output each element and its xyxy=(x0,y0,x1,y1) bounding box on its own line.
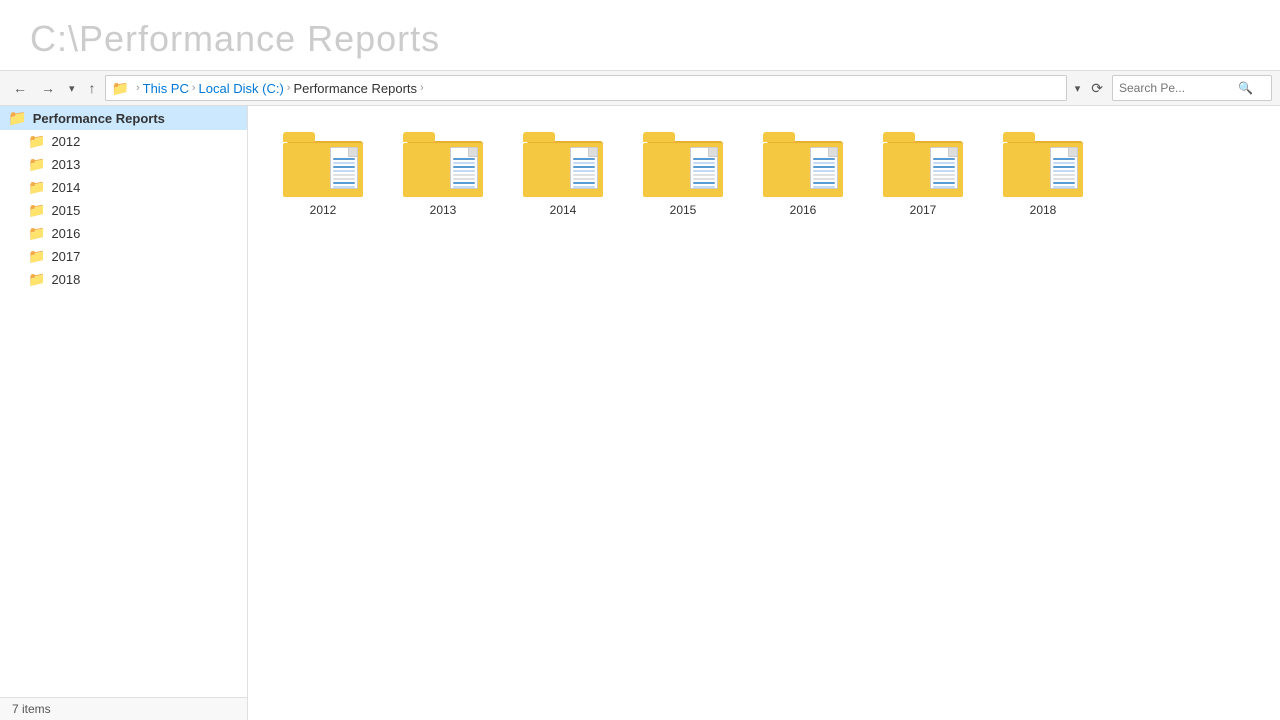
sidebar-folder-icon-2018: 📁 xyxy=(28,271,45,288)
sidebar-label-2014: 2014 xyxy=(51,180,80,195)
sidebar-item-2014[interactable]: 📁 2014 xyxy=(0,176,247,199)
up-button[interactable]: ↑ xyxy=(84,77,101,99)
folder-label-2012: 2012 xyxy=(310,203,337,217)
breadcrumb-current-folder: Performance Reports xyxy=(293,81,417,96)
folder-visual-2018 xyxy=(1003,132,1083,197)
breadcrumb-this-pc[interactable]: This PC xyxy=(143,81,189,96)
sidebar-item-2013[interactable]: 📁 2013 xyxy=(0,153,247,176)
folder-item-2018[interactable]: 2018 xyxy=(988,126,1098,223)
folder-item-2013[interactable]: 2013 xyxy=(388,126,498,223)
sidebar-folder-icon-2017: 📁 xyxy=(28,248,45,265)
sidebar-item-2016[interactable]: 📁 2016 xyxy=(0,222,247,245)
folder-item-2014[interactable]: 2014 xyxy=(508,126,618,223)
address-right-controls: ▾ ⟳ xyxy=(1071,77,1108,100)
sidebar-parent-label: Performance Reports xyxy=(33,111,165,126)
search-input[interactable] xyxy=(1113,81,1233,95)
folder-doc xyxy=(330,147,358,189)
status-bar: 7 items xyxy=(0,697,247,720)
folder-label-2014: 2014 xyxy=(550,203,577,217)
sidebar-folder-icon-2012: 📁 xyxy=(28,133,45,150)
sidebar-folder-icon-2013: 📁 xyxy=(28,156,45,173)
folder-visual-2017 xyxy=(883,132,963,197)
sidebar-item-2017[interactable]: 📁 2017 xyxy=(0,245,247,268)
folder-label-2016: 2016 xyxy=(790,203,817,217)
search-icon: 🔍 xyxy=(1233,81,1258,95)
sidebar-label-2015: 2015 xyxy=(51,203,80,218)
sidebar-item-2018[interactable]: 📁 2018 xyxy=(0,268,247,291)
folder-label-2017: 2017 xyxy=(910,203,937,217)
folder-visual-2014 xyxy=(523,132,603,197)
sidebar-label-2012: 2012 xyxy=(51,134,80,149)
sidebar-folder-icon-2016: 📁 xyxy=(28,225,45,242)
folder-item-2015[interactable]: 2015 xyxy=(628,126,738,223)
sidebar-folder-icon-2015: 📁 xyxy=(28,202,45,219)
folder-item-2012[interactable]: 2012 xyxy=(268,126,378,223)
folder-label-2013: 2013 xyxy=(430,203,457,217)
doc-lines xyxy=(333,158,355,189)
breadcrumb-local-disk[interactable]: Local Disk (C:) xyxy=(199,81,284,96)
folder-item-2017[interactable]: 2017 xyxy=(868,126,978,223)
sidebar-label-2013: 2013 xyxy=(51,157,80,172)
page-title: C:\Performance Reports xyxy=(30,18,1250,60)
sidebar-folder-icon-2014: 📁 xyxy=(28,179,45,196)
title-name: Performance Reports xyxy=(79,18,440,59)
folder-label-2018: 2018 xyxy=(1030,203,1057,217)
folder-item-2016[interactable]: 2016 xyxy=(748,126,858,223)
folder-tab xyxy=(283,132,315,142)
sidebar-item-2015[interactable]: 📁 2015 xyxy=(0,199,247,222)
refresh-button[interactable]: ⟳ xyxy=(1086,77,1108,100)
sidebar: 📁 Performance Reports 📁 2012 📁 2013 📁 20… xyxy=(0,106,248,720)
folder-front xyxy=(283,143,363,197)
sidebar-label-2017: 2017 xyxy=(51,249,80,264)
file-area: 2012 xyxy=(248,106,1280,720)
sidebar-parent-folder-icon: 📁 xyxy=(8,109,27,127)
sidebar-item-performance-reports[interactable]: 📁 Performance Reports xyxy=(0,106,247,130)
sidebar-label-2016: 2016 xyxy=(51,226,80,241)
breadcrumb: 📁 › This PC › Local Disk (C:) › Performa… xyxy=(105,75,1067,101)
folder-label-2015: 2015 xyxy=(670,203,697,217)
folder-visual-2016 xyxy=(763,132,843,197)
search-box: 🔍 xyxy=(1112,75,1272,101)
back-button[interactable]: ← xyxy=(8,77,32,99)
title-prefix: C:\ xyxy=(30,18,79,59)
sidebar-scroll[interactable]: 📁 Performance Reports 📁 2012 📁 2013 📁 20… xyxy=(0,106,247,697)
path-dropdown-button[interactable]: ▾ xyxy=(1071,79,1085,98)
dropdown-nav-button[interactable]: ▾ xyxy=(64,79,80,98)
sidebar-item-2012[interactable]: 📁 2012 xyxy=(0,130,247,153)
title-bar: C:\Performance Reports xyxy=(0,0,1280,70)
address-bar: ← → ▾ ↑ 📁 › This PC › Local Disk (C:) › … xyxy=(0,70,1280,106)
item-count: 7 items xyxy=(12,702,51,716)
main-content: 📁 Performance Reports 📁 2012 📁 2013 📁 20… xyxy=(0,106,1280,720)
folder-visual-2012 xyxy=(283,132,363,197)
forward-button[interactable]: → xyxy=(36,77,60,99)
folder-visual-2015 xyxy=(643,132,723,197)
breadcrumb-folder-icon: 📁 xyxy=(112,80,129,97)
sidebar-label-2018: 2018 xyxy=(51,272,80,287)
folder-visual-2013 xyxy=(403,132,483,197)
